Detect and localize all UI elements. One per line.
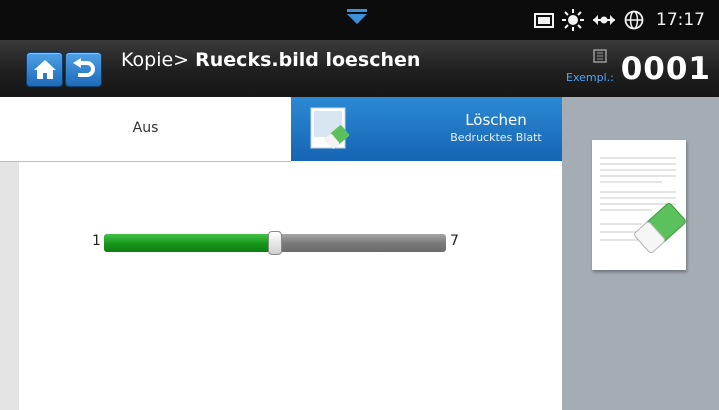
back-icon — [73, 58, 95, 77]
left-edge — [0, 162, 19, 410]
home-icon — [34, 60, 56, 79]
globe-icon — [624, 10, 644, 30]
clock: 17:17 — [656, 10, 705, 30]
breadcrumb: Kopie> — [121, 49, 190, 71]
tab-aus[interactable]: Aus — [0, 97, 291, 162]
tab-loeschen[interactable]: Löschen Bedrucktes Blatt — [291, 97, 562, 161]
content-area — [19, 162, 562, 410]
tab-aus-label: Aus — [132, 120, 159, 136]
level-slider[interactable] — [104, 231, 446, 255]
title-bar: Kopie> Ruecks.bild loeschen Exempl.: 000… — [0, 40, 719, 97]
status-bar: 17:17 — [0, 0, 719, 40]
back-button[interactable] — [65, 52, 102, 87]
tab-loeschen-label: Löschen — [465, 111, 527, 129]
tab-loeschen-sublabel: Bedrucktes Blatt — [450, 131, 542, 144]
eraser-page-icon — [310, 107, 350, 149]
copies-label: Exempl.: — [566, 71, 614, 84]
slider-max-label: 7 — [450, 233, 459, 249]
home-button[interactable] — [26, 52, 63, 87]
copies-value: 0001 — [620, 51, 711, 87]
chevron-down-icon[interactable] — [346, 9, 368, 25]
copies-grid-icon — [593, 49, 607, 63]
slider-fill — [104, 234, 275, 252]
page-title: Kopie> Ruecks.bild loeschen — [121, 49, 420, 71]
network-icon — [592, 12, 616, 28]
title-text: Ruecks.bild loeschen — [195, 49, 421, 71]
slider-min-label: 1 — [92, 233, 101, 249]
preview-panel — [562, 97, 719, 410]
slider-handle[interactable] — [268, 231, 282, 255]
document-eraser-icon — [592, 140, 686, 270]
storage-icon — [534, 11, 554, 29]
brightness-icon — [562, 9, 584, 31]
